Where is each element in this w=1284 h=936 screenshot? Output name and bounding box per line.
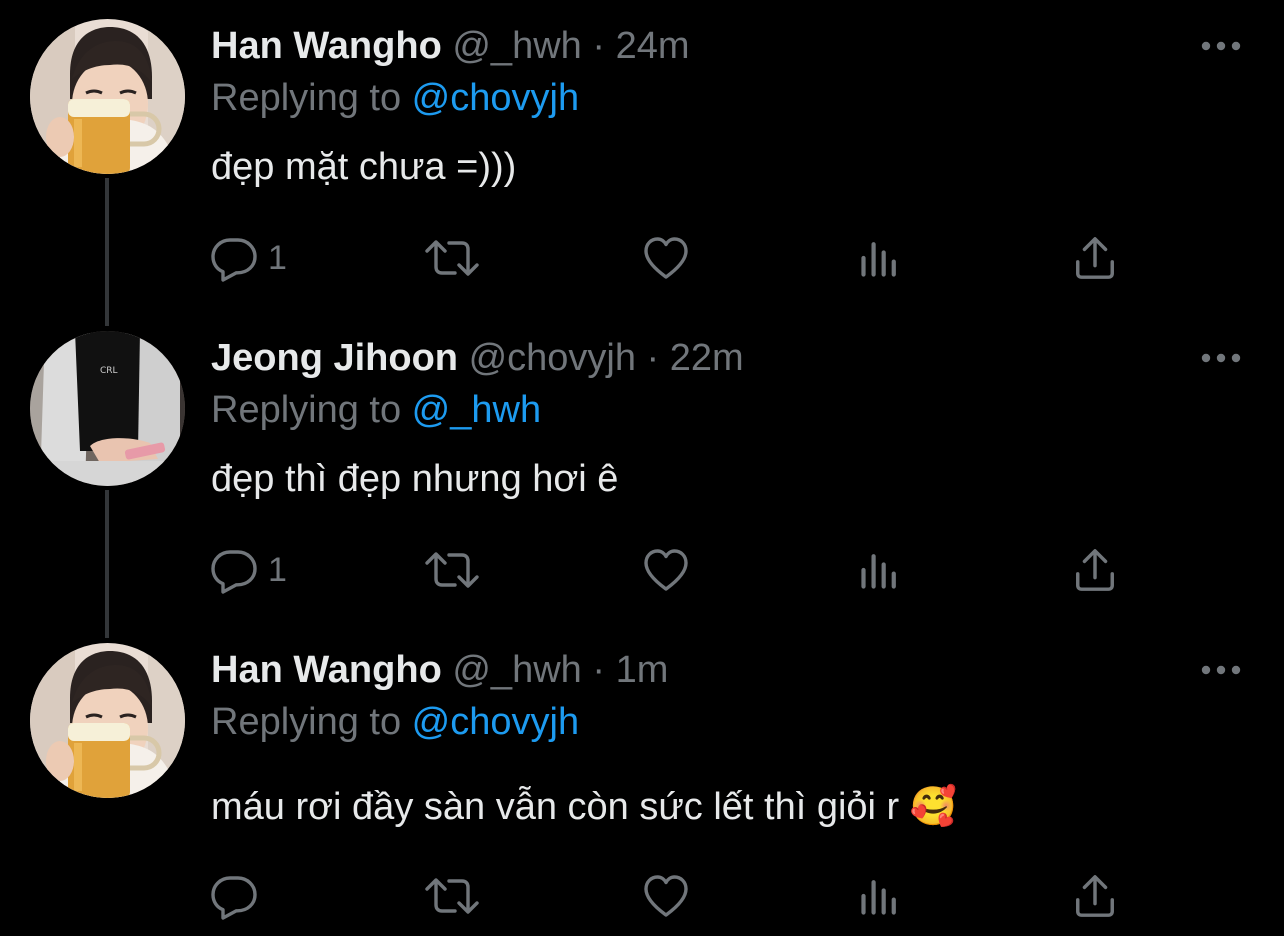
avatar[interactable] — [30, 19, 185, 174]
analytics-button[interactable] — [858, 230, 902, 286]
analytics-button[interactable] — [858, 542, 902, 598]
avatar[interactable] — [30, 331, 185, 486]
reply-icon — [210, 234, 258, 282]
author-name[interactable]: Jeong Jihoon — [211, 337, 458, 379]
timestamp[interactable]: 24m — [616, 25, 690, 67]
like-icon — [642, 872, 690, 920]
avatar-image — [30, 643, 185, 798]
replying-to: Replying to @chovyjh — [211, 700, 579, 744]
mention-link[interactable]: @chovyjh — [412, 77, 579, 119]
retweet-icon — [424, 872, 480, 920]
tweet-text: máu rơi đầy sàn vẫn còn sức lết thì giỏi… — [211, 786, 958, 828]
reply-button[interactable]: 1 — [210, 230, 287, 286]
reply-icon — [210, 546, 258, 594]
tweet-header: Han Wangho @_hwh · 24m — [211, 24, 689, 68]
share-icon — [1072, 234, 1118, 282]
like-button[interactable] — [642, 542, 690, 598]
reply-button[interactable] — [210, 868, 268, 924]
tweet[interactable]: Jeong Jihoon @chovyjh · 22m Replying to … — [0, 312, 1284, 624]
retweet-button[interactable] — [424, 868, 480, 924]
share-button[interactable] — [1072, 868, 1118, 924]
mention-link[interactable]: @_hwh — [412, 389, 541, 431]
reply-count: 1 — [268, 551, 287, 589]
analytics-icon — [858, 234, 902, 282]
author-name[interactable]: Han Wangho — [211, 25, 442, 67]
mention-link[interactable]: @chovyjh — [412, 701, 579, 743]
share-icon — [1072, 546, 1118, 594]
separator-dot: · — [592, 25, 605, 67]
like-icon — [642, 546, 690, 594]
author-handle[interactable]: @_hwh — [452, 649, 581, 691]
like-icon — [642, 234, 690, 282]
replying-to-label: Replying to — [211, 701, 412, 743]
tweet-header: Han Wangho @_hwh · 1m — [211, 648, 668, 692]
share-button[interactable] — [1072, 542, 1118, 598]
reply-count: 1 — [268, 239, 287, 277]
author-handle[interactable]: @_hwh — [452, 25, 581, 67]
retweet-icon — [424, 234, 480, 282]
avatar-image — [30, 331, 185, 486]
separator-dot: · — [592, 649, 605, 691]
like-button[interactable] — [642, 230, 690, 286]
more-icon[interactable] — [1200, 34, 1242, 58]
replying-to: Replying to @_hwh — [211, 388, 541, 432]
share-icon — [1072, 872, 1118, 920]
tweet-actions — [210, 868, 1130, 924]
tweet[interactable]: Han Wangho @_hwh · 24m Replying to @chov… — [0, 0, 1284, 312]
author-handle[interactable]: @chovyjh — [469, 337, 636, 379]
tweet-text: đẹp mặt chưa =))) — [211, 146, 517, 188]
analytics-icon — [858, 546, 902, 594]
retweet-icon — [424, 546, 480, 594]
replying-to-label: Replying to — [211, 389, 412, 431]
share-button[interactable] — [1072, 230, 1118, 286]
replying-to-label: Replying to — [211, 77, 412, 119]
tweet[interactable]: Han Wangho @_hwh · 1m Replying to @chovy… — [0, 624, 1284, 936]
retweet-button[interactable] — [424, 542, 480, 598]
tweet-text: đẹp thì đẹp nhưng hơi ê — [211, 458, 619, 500]
timestamp[interactable]: 1m — [616, 649, 669, 691]
analytics-button[interactable] — [858, 868, 902, 924]
avatar-image — [30, 19, 185, 174]
like-button[interactable] — [642, 868, 690, 924]
reply-button[interactable]: 1 — [210, 542, 287, 598]
avatar[interactable] — [30, 643, 185, 798]
reply-icon — [210, 872, 258, 920]
timestamp[interactable]: 22m — [670, 337, 744, 379]
retweet-button[interactable] — [424, 230, 480, 286]
replying-to: Replying to @chovyjh — [211, 76, 579, 120]
tweet-actions: 1 — [210, 542, 1130, 598]
author-name[interactable]: Han Wangho — [211, 649, 442, 691]
more-icon[interactable] — [1200, 346, 1242, 370]
analytics-icon — [858, 872, 902, 920]
more-icon[interactable] — [1200, 658, 1242, 682]
tweet-header: Jeong Jihoon @chovyjh · 22m — [211, 336, 744, 380]
separator-dot: · — [646, 337, 660, 379]
tweet-actions: 1 — [210, 230, 1130, 286]
